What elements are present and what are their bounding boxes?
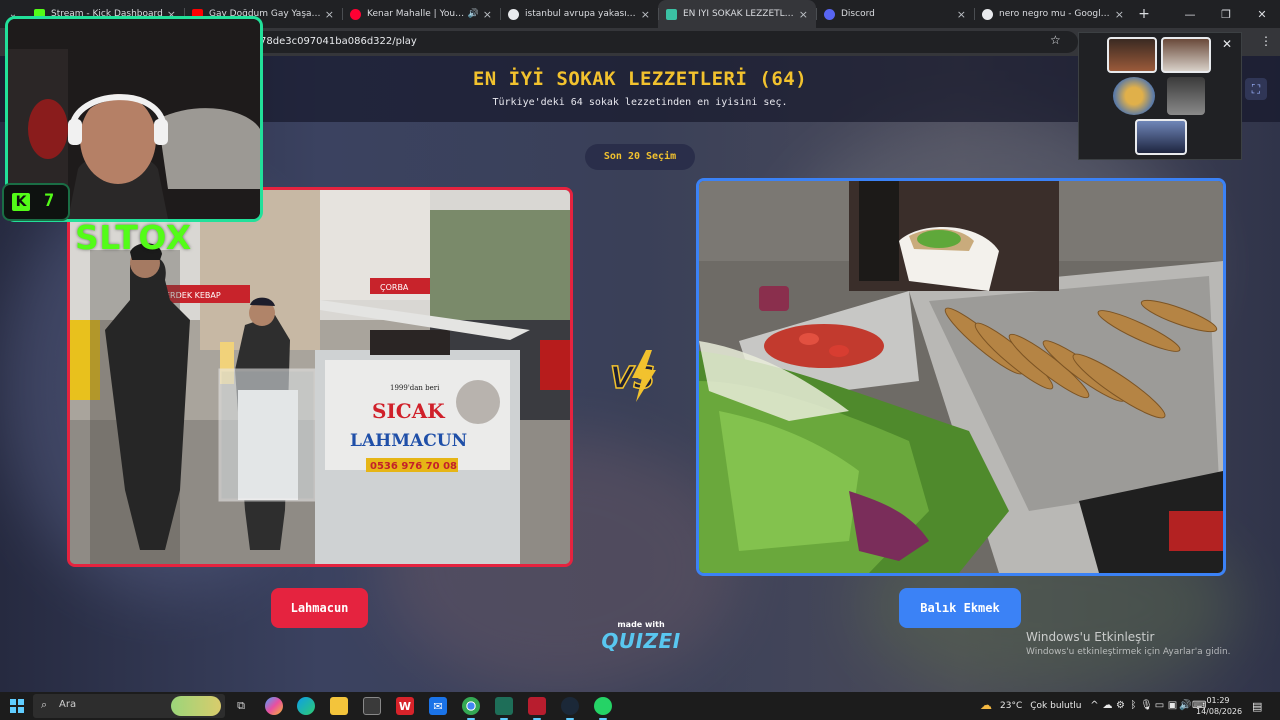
tab-close-icon[interactable]: × — [799, 8, 808, 21]
sign-lahmacun: LAHMACUN — [350, 431, 467, 451]
mail-icon[interactable]: ✉ — [429, 697, 447, 715]
sign-phone: 0536 976 70 08 — [370, 461, 457, 472]
url-field[interactable]: 78de3c097041ba086d322/play — [250, 31, 1078, 53]
quizei-logo: QUIZEI — [601, 629, 681, 653]
weather-temperature: 23°C — [1000, 701, 1023, 711]
activation-title: Windows'u Etkinleştir — [1026, 630, 1155, 644]
windows-start-icon[interactable] — [10, 699, 24, 713]
windows-taskbar: ⌕ Ara ⧉ W ✉ ☁ 23°C Çok bulutlu ^ ☁ ⚙ ᛒ 🎙… — [0, 692, 1280, 720]
streamer-name: SLTOX — [75, 218, 192, 257]
restore-icon[interactable]: ❐ — [1208, 0, 1244, 28]
file-explorer-icon[interactable] — [330, 697, 348, 715]
tab-close-icon[interactable]: × — [957, 8, 966, 21]
new-tab-button[interactable]: + — [1132, 0, 1156, 28]
made-with-label: made with — [617, 620, 665, 629]
store-icon[interactable] — [363, 697, 381, 715]
video-call-panel: ✕ — [1078, 32, 1242, 160]
show-hidden-icons-icon[interactable]: ^ — [1088, 700, 1101, 711]
tab-label: nero negro mu - Google'da Ara — [999, 9, 1111, 19]
search-highlight-art — [171, 696, 221, 716]
call-participant-2[interactable] — [1161, 37, 1211, 73]
tab-label: EN İYİ SOKAK LEZZETLERİ (64) — [683, 9, 795, 19]
windows-activation-watermark: Windows'u Etkinleştir Windows'u etkinleş… — [1026, 630, 1231, 657]
call-participant-3[interactable] — [1113, 77, 1155, 115]
tab-quiz-active[interactable]: EN İYİ SOKAK LEZZETLERİ (64) × — [658, 0, 816, 28]
tab-close-icon[interactable]: × — [325, 8, 334, 21]
tab-google-search-1[interactable]: istanbul avrupa yakası - Google × — [500, 0, 658, 28]
round-indicator: Son 20 Seçim — [585, 144, 695, 170]
tab-youtube-music[interactable]: Kenar Mahalle | YouTube M 🔊 × — [342, 0, 500, 28]
kick-viewer-badge: K 7 — [2, 183, 70, 221]
streamlabs-icon[interactable] — [528, 697, 546, 720]
task-view-icon[interactable]: ⧉ — [232, 697, 250, 715]
taskbar-search-box[interactable]: ⌕ Ara — [33, 694, 225, 718]
discord-favicon-icon — [824, 8, 835, 20]
microphone-icon[interactable]: 🎙 — [1140, 700, 1153, 711]
tab-discord[interactable]: Discord × — [816, 0, 974, 28]
choose-right-button[interactable]: Balık Ekmek — [899, 588, 1021, 628]
display-icon[interactable]: ▣ — [1166, 700, 1179, 711]
system-tray: ^ ☁ ⚙ ᛒ 🎙 ▭ ▣ 🔊 ⌨ — [1088, 700, 1206, 711]
google-favicon-icon — [982, 8, 993, 20]
cloud-sync-icon[interactable]: ☁ — [1101, 700, 1114, 711]
taskbar-clock[interactable]: 01:29 14/08/2026 — [1196, 695, 1243, 717]
edge-icon[interactable] — [297, 697, 315, 715]
kick-viewer-count: 7 — [44, 191, 55, 211]
screen: ⌄ Stream - Kick Dashboard × Gay Doğdum G… — [0, 0, 1280, 720]
tab-label: Discord — [841, 9, 875, 19]
youtube-music-favicon-icon — [350, 8, 361, 20]
copilot-icon[interactable] — [265, 697, 283, 715]
network-app-icon[interactable]: ⚙ — [1114, 700, 1127, 711]
kick-app-icon[interactable] — [495, 697, 513, 720]
bookmark-star-icon[interactable]: ☆ — [1050, 33, 1061, 47]
weather-widget[interactable]: ☁ 23°C Çok bulutlu — [980, 698, 1081, 714]
steam-icon[interactable] — [561, 697, 579, 720]
call-panel-close-icon[interactable]: ✕ — [1222, 37, 1232, 51]
close-window-icon[interactable]: ✕ — [1244, 0, 1280, 28]
wps-icon[interactable]: W — [396, 697, 414, 715]
call-participant-5[interactable] — [1135, 119, 1187, 155]
sign-since: 1999'dan beri — [390, 384, 440, 392]
quizei-favicon-icon — [666, 8, 677, 20]
sign-sicak: SICAK — [372, 399, 445, 423]
search-placeholder: Ara — [59, 699, 77, 710]
cloudy-weather-icon: ☁ — [980, 698, 992, 712]
activation-subtitle: Windows'u etkinleştirmek için Ayarlar'a … — [1026, 647, 1231, 657]
fullscreen-icon[interactable]: ⛶ — [1245, 78, 1267, 100]
right-option-card[interactable] — [696, 178, 1226, 576]
choose-left-button[interactable]: Lahmacun — [271, 588, 368, 628]
chrome-icon[interactable] — [462, 697, 480, 720]
call-participant-4[interactable] — [1167, 77, 1205, 115]
window-controls: — ❐ ✕ — [1172, 0, 1280, 28]
tab-label: Kenar Mahalle | YouTube M — [367, 9, 466, 19]
notification-icon[interactable]: ▤ — [1252, 700, 1262, 713]
minimize-icon[interactable]: — — [1172, 0, 1208, 28]
battery-icon[interactable]: ▭ — [1153, 700, 1166, 711]
kick-logo-icon: K — [12, 193, 30, 211]
browser-menu-icon[interactable]: ⋮ — [1260, 34, 1272, 48]
tab-audio-icon[interactable]: 🔊 — [468, 9, 479, 19]
tab-close-icon[interactable]: × — [1115, 8, 1124, 21]
made-with-badge[interactable]: made with QUIZEI — [596, 620, 686, 653]
whatsapp-icon[interactable] — [594, 697, 612, 720]
call-participant-1[interactable] — [1107, 37, 1157, 73]
search-icon: ⌕ — [41, 698, 48, 711]
tab-label: istanbul avrupa yakası - Google — [525, 9, 637, 19]
clock-time: 01:29 — [1206, 696, 1230, 705]
tab-close-icon[interactable]: × — [483, 8, 492, 21]
tab-close-icon[interactable]: × — [641, 8, 650, 21]
tab-google-search-2[interactable]: nero negro mu - Google'da Ara × — [974, 0, 1132, 28]
google-favicon-icon — [508, 8, 519, 20]
balik-ekmek-photo — [699, 181, 1223, 573]
versus-icon: VS — [609, 350, 656, 402]
store-sign-2: ÇORBA — [380, 283, 409, 292]
weather-description: Çok bulutlu — [1030, 701, 1082, 711]
bluetooth-icon[interactable]: ᛒ — [1127, 700, 1140, 711]
volume-icon[interactable]: 🔊 — [1179, 700, 1192, 711]
clock-date: 14/08/2026 — [1196, 707, 1243, 716]
